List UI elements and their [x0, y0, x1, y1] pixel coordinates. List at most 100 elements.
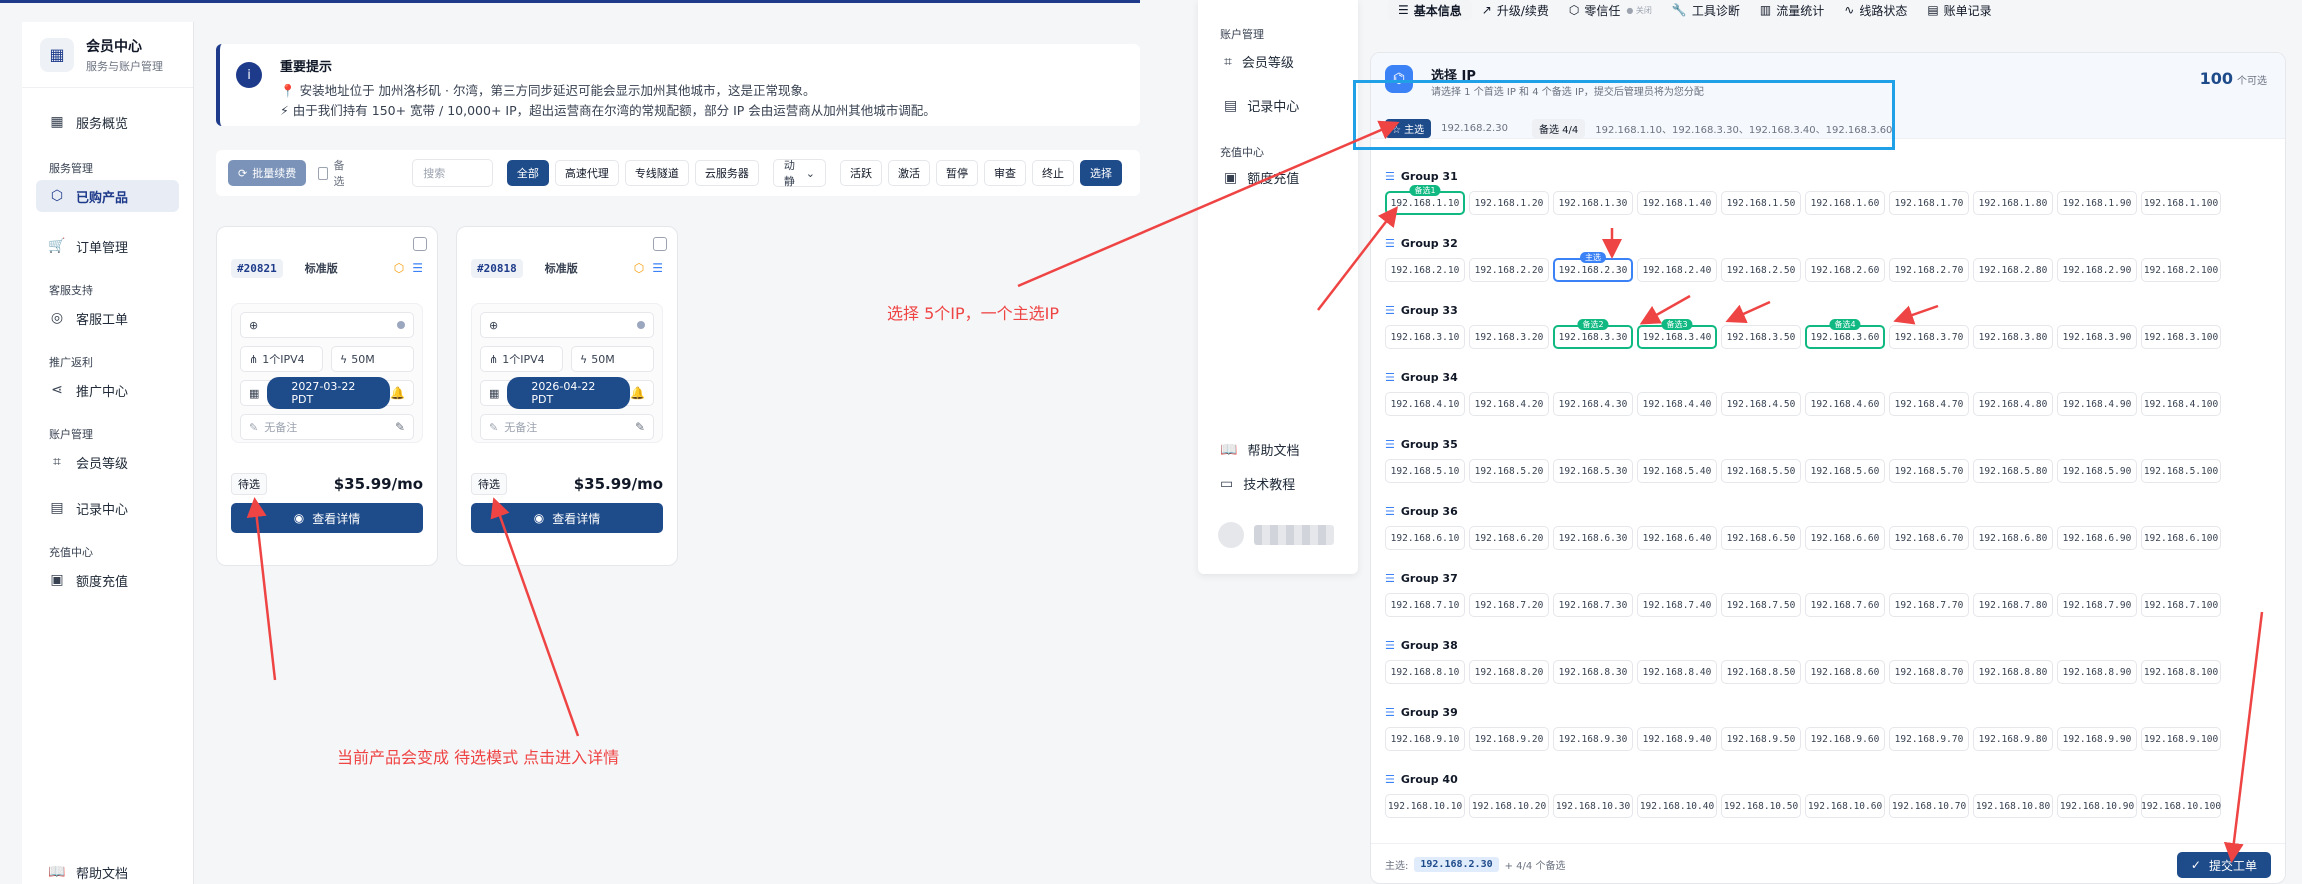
sidebar-item-orders[interactable]: 🛒 订单管理 — [36, 230, 179, 262]
ip-option[interactable]: 192.168.1.40 — [1637, 191, 1717, 215]
sidebar-item-overview[interactable]: ▦ 服务概览 — [36, 106, 179, 138]
status-terminated[interactable]: 终止 — [1032, 160, 1074, 186]
bell-icon[interactable]: 🔔 — [390, 386, 405, 400]
ip-option[interactable]: 192.168.5.90 — [2057, 459, 2137, 483]
tab-traffic[interactable]: ▥ 流量统计 — [1750, 0, 1834, 20]
ip-option[interactable]: 192.168.2.50 — [1721, 258, 1801, 282]
sidebar-item-promo[interactable]: ⋖ 推广中心 — [36, 374, 179, 406]
ip-option[interactable]: 192.168.10.40 — [1637, 794, 1717, 818]
ip-option[interactable]: 192.168.10.30 — [1553, 794, 1633, 818]
ip-option[interactable]: 192.168.7.40 — [1637, 593, 1717, 617]
status-paused[interactable]: 暂停 — [936, 160, 978, 186]
tab-diagnostics[interactable]: 🔧 工具诊断 — [1662, 0, 1750, 20]
ip-option[interactable]: 192.168.7.30 — [1553, 593, 1633, 617]
sidebar-item-purchased[interactable]: ⬡ 已购产品 — [36, 180, 179, 212]
ip-option[interactable]: 192.168.2.20 — [1469, 258, 1549, 282]
ip-option[interactable]: 192.168.2.60 — [1805, 258, 1885, 282]
ip-option[interactable]: 192.168.3.60 备选4 — [1805, 319, 1885, 349]
view-detail-button[interactable]: ◉ 查看详情 — [231, 503, 423, 533]
ip-option[interactable]: 192.168.10.80 — [1973, 794, 2053, 818]
ip-option[interactable]: 192.168.5.20 — [1469, 459, 1549, 483]
filter-proxy[interactable]: 高速代理 — [554, 160, 619, 186]
ip-option[interactable]: 192.168.8.10 — [1385, 660, 1465, 684]
ip-option[interactable]: 192.168.8.100 — [2141, 660, 2221, 684]
sidebar-item-help[interactable]: 📖 帮助文档 — [36, 856, 179, 884]
ip-option[interactable]: 192.168.4.20 — [1469, 392, 1549, 416]
ip-option[interactable]: 192.168.4.70 — [1889, 392, 1969, 416]
ip-option[interactable]: 192.168.2.30 主选 — [1553, 252, 1633, 282]
sidebar-item-recharge[interactable]: ▣ 额度充值 — [1224, 168, 1299, 188]
sidebar-item-records[interactable]: ▤ 记录中心 — [36, 492, 179, 524]
card-checkbox[interactable] — [653, 237, 667, 251]
ip-option[interactable]: 192.168.6.30 — [1553, 526, 1633, 550]
ip-option[interactable]: 192.168.6.100 — [2141, 526, 2221, 550]
ip-option[interactable]: 192.168.6.10 — [1385, 526, 1465, 550]
ip-option[interactable]: 192.168.7.60 — [1805, 593, 1885, 617]
tab-basic-info[interactable]: ☰ 基本信息 — [1388, 0, 1472, 20]
ip-option[interactable]: 192.168.4.60 — [1805, 392, 1885, 416]
ip-option[interactable]: 192.168.8.90 — [2057, 660, 2137, 684]
ip-option[interactable]: 192.168.9.80 — [1973, 727, 2053, 751]
ip-option[interactable]: 192.168.5.70 — [1889, 459, 1969, 483]
ip-option[interactable]: 192.168.7.90 — [2057, 593, 2137, 617]
ip-option[interactable]: 192.168.1.30 — [1553, 191, 1633, 215]
ip-option[interactable]: 192.168.5.50 — [1721, 459, 1801, 483]
ip-option[interactable]: 192.168.8.60 — [1805, 660, 1885, 684]
ip-option[interactable]: 192.168.9.50 — [1721, 727, 1801, 751]
batch-renew-button[interactable]: ⟳ 批量续费 — [228, 160, 307, 186]
ip-option[interactable]: 192.168.6.80 — [1973, 526, 2053, 550]
bell-icon[interactable]: 🔔 — [630, 386, 645, 400]
user-profile[interactable] — [1218, 520, 1342, 550]
ip-option[interactable]: 192.168.8.50 — [1721, 660, 1801, 684]
ip-option[interactable]: 192.168.9.10 — [1385, 727, 1465, 751]
sidebar-item-help[interactable]: 📖 帮助文档 — [1220, 440, 1299, 460]
ip-option[interactable]: 192.168.2.40 — [1637, 258, 1717, 282]
ip-option[interactable]: 192.168.3.50 — [1721, 325, 1801, 349]
ip-option[interactable]: 192.168.9.70 — [1889, 727, 1969, 751]
ip-option[interactable]: 192.168.9.20 — [1469, 727, 1549, 751]
ip-option[interactable]: 192.168.10.50 — [1721, 794, 1801, 818]
tab-upgrade-renew[interactable]: ↗ 升级/续费 — [1472, 0, 1559, 20]
status-active[interactable]: 活跃 — [840, 160, 882, 186]
ip-option[interactable]: 192.168.8.80 — [1973, 660, 2053, 684]
ip-option[interactable]: 192.168.1.20 — [1469, 191, 1549, 215]
ip-option[interactable]: 192.168.7.80 — [1973, 593, 2053, 617]
ip-option[interactable]: 192.168.1.90 — [2057, 191, 2137, 215]
ip-option[interactable]: 192.168.7.50 — [1721, 593, 1801, 617]
ip-option[interactable]: 192.168.4.50 — [1721, 392, 1801, 416]
tab-line-status[interactable]: ∿ 线路状态 — [1834, 0, 1917, 20]
ip-option[interactable]: 192.168.1.50 — [1721, 191, 1801, 215]
ip-option[interactable]: 192.168.6.40 — [1637, 526, 1717, 550]
status-select[interactable]: 选择 — [1080, 160, 1122, 186]
ip-option[interactable]: 192.168.6.20 — [1469, 526, 1549, 550]
ip-option[interactable]: 192.168.7.70 — [1889, 593, 1969, 617]
filter-all[interactable]: 全部 — [506, 160, 549, 186]
edit-icon[interactable]: ✎ — [395, 420, 405, 434]
ip-option[interactable]: 192.168.2.80 — [1973, 258, 2053, 282]
filter-tunnel[interactable]: 专线隧道 — [624, 160, 689, 186]
sidebar-item-tickets[interactable]: ◎ 客服工单 — [36, 302, 179, 334]
ip-option[interactable]: 192.168.2.70 — [1889, 258, 1969, 282]
ip-option[interactable]: 192.168.6.50 — [1721, 526, 1801, 550]
sidebar-item-recharge[interactable]: ▣ 额度充值 — [36, 564, 179, 596]
tab-billing[interactable]: ▤ 账单记录 — [1917, 0, 2001, 20]
ip-option[interactable]: 192.168.6.90 — [2057, 526, 2137, 550]
ip-option[interactable]: 192.168.4.40 — [1637, 392, 1717, 416]
submit-ticket-button[interactable]: ✓ 提交工单 — [2176, 852, 2271, 878]
ip-option[interactable]: 192.168.6.70 — [1889, 526, 1969, 550]
ip-option[interactable]: 192.168.10.20 — [1469, 794, 1549, 818]
ip-option[interactable]: 192.168.8.40 — [1637, 660, 1717, 684]
ip-option[interactable]: 192.168.10.100 — [2141, 794, 2221, 818]
ip-option[interactable]: 192.168.10.10 — [1385, 794, 1465, 818]
view-detail-button[interactable]: ◉ 查看详情 — [471, 503, 663, 533]
ip-option[interactable]: 192.168.7.10 — [1385, 593, 1465, 617]
ip-option[interactable]: 192.168.9.60 — [1805, 727, 1885, 751]
checkbox-box[interactable] — [318, 166, 328, 180]
ip-option[interactable]: 192.168.3.90 — [2057, 325, 2137, 349]
ip-option[interactable]: 192.168.4.30 — [1553, 392, 1633, 416]
ip-option[interactable]: 192.168.8.30 — [1553, 660, 1633, 684]
sidebar-item-level[interactable]: ⌗ 会员等级 — [36, 446, 179, 478]
ip-option[interactable]: 192.168.10.60 — [1805, 794, 1885, 818]
ip-option[interactable]: 192.168.10.70 — [1889, 794, 1969, 818]
tab-zero-trust[interactable]: ⬡ 零信任 ● 关闭 — [1559, 0, 1662, 20]
